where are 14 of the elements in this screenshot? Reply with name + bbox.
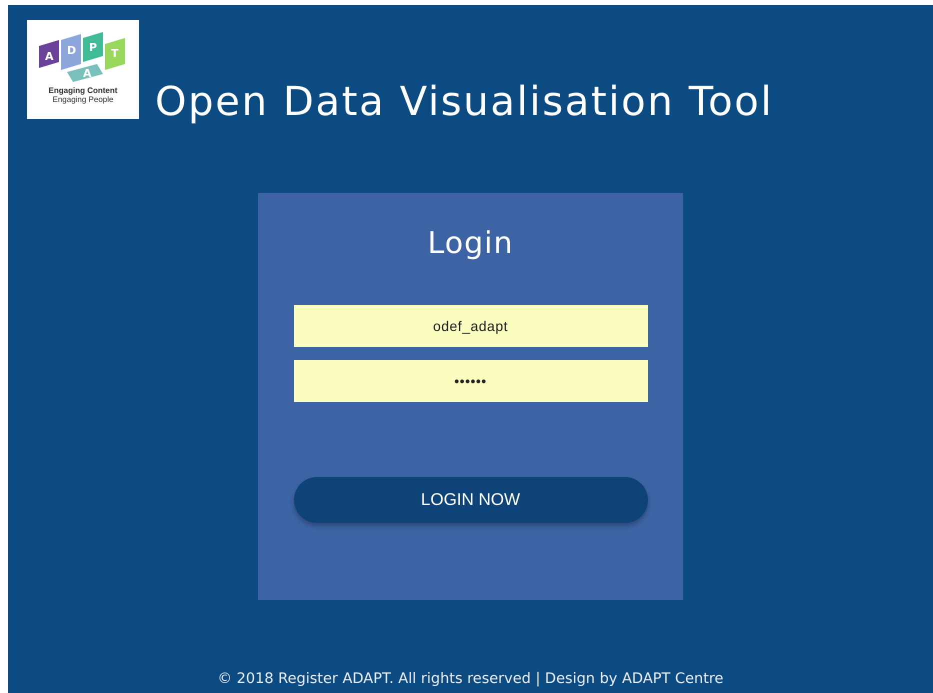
footer-text: © 2018 Register ADAPT. All rights reserved | Design by ADAPT Centre: [218, 671, 724, 687]
input-field[interactable]: ••••••: [294, 360, 648, 402]
logo-letter: D: [67, 44, 76, 57]
logo-icon: [39, 32, 125, 82]
logo-letter: A: [83, 67, 92, 80]
login-button[interactable]: LOGIN NOW: [294, 477, 648, 523]
logo-letter: P: [89, 41, 98, 54]
logo-letter: T: [111, 47, 119, 60]
login-heading: Login: [428, 226, 514, 261]
input-field[interactable]: odef_adapt: [294, 305, 648, 347]
app-title: Open Data Visualisation Tool: [155, 79, 774, 125]
logo-letter: A: [45, 50, 54, 63]
logo-tagline: Engaging Content: [48, 86, 118, 95]
logo-tagline: Engaging People: [52, 95, 114, 104]
